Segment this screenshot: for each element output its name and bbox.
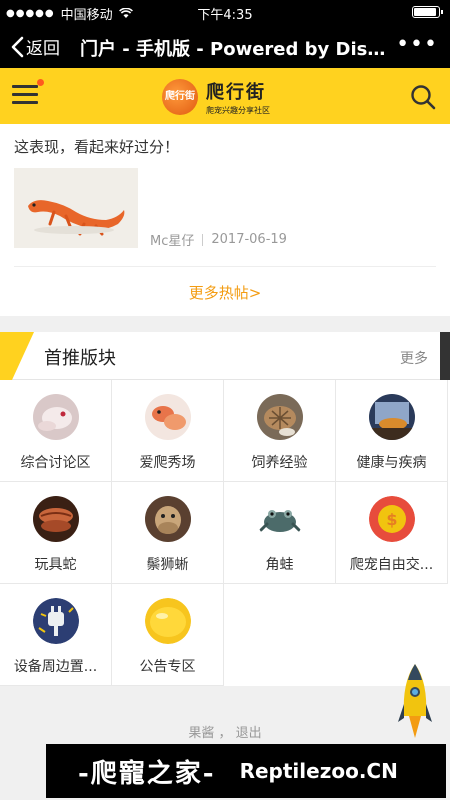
footer-separator: ， bbox=[218, 726, 232, 741]
forum-item[interactable]: 饲养经验 bbox=[224, 380, 336, 482]
forum-item[interactable]: 设备周边置... bbox=[0, 584, 112, 686]
section-more-link[interactable]: 更多 bbox=[400, 348, 428, 368]
tortoise-icon bbox=[257, 394, 303, 440]
forum-item[interactable]: $ 爬宠自由交... bbox=[336, 482, 448, 584]
watermark-cn: -爬寵之家- bbox=[78, 758, 216, 789]
notification-dot bbox=[37, 79, 44, 86]
forum-label: 健康与疾病 bbox=[356, 455, 427, 471]
logo-text: 爬行街 bbox=[206, 82, 266, 103]
battery-icon bbox=[412, 6, 443, 18]
hot-post-card: 这表现，看起来好过分！ Mc星仔 2017-06-19 更多热帖> bbox=[0, 124, 450, 316]
logo-mark-icon: 爬行街 bbox=[162, 79, 198, 115]
forum-label: 玩具蛇 bbox=[34, 557, 77, 573]
chevron-left-icon bbox=[11, 36, 24, 57]
rocket-icon bbox=[398, 664, 432, 738]
logo-subtitle: 爬宠兴趣分享社区 bbox=[206, 106, 270, 115]
meta-divider bbox=[202, 233, 204, 246]
menu-button[interactable] bbox=[12, 79, 44, 105]
forum-label: 饲养经验 bbox=[251, 455, 308, 471]
forum-label: 综合讨论区 bbox=[20, 455, 91, 471]
menu-line bbox=[12, 101, 38, 104]
watermark-banner: -爬寵之家- Reptilezoo.CN bbox=[46, 744, 446, 798]
forum-label: 爱爬秀场 bbox=[139, 455, 196, 471]
logout-link[interactable]: 退出 bbox=[236, 726, 262, 741]
coin-icon: $ bbox=[369, 496, 415, 542]
accent-bar-right bbox=[440, 332, 450, 380]
svg-text:$: $ bbox=[386, 510, 397, 529]
search-icon bbox=[411, 85, 436, 110]
forum-label: 公告专区 bbox=[139, 659, 196, 675]
post-author[interactable]: Mc星仔 bbox=[150, 230, 194, 249]
forum-item[interactable]: 综合讨论区 bbox=[0, 380, 112, 482]
lizard-enclosure-icon bbox=[369, 394, 415, 440]
watermark-en: Reptilezoo.CN bbox=[239, 759, 398, 783]
snake-coil-icon bbox=[33, 496, 79, 542]
status-bar: ●●●●● 中国移动 下午4:35 bbox=[0, 0, 450, 24]
albino-snake-icon bbox=[33, 394, 79, 440]
search-button[interactable] bbox=[410, 84, 436, 114]
menu-line bbox=[12, 85, 38, 88]
lemon-icon bbox=[145, 598, 191, 644]
lizard-photo-icon bbox=[14, 168, 138, 248]
accent-triangle bbox=[12, 332, 34, 380]
divider bbox=[14, 266, 436, 267]
more-hot-posts-link[interactable]: 更多热帖> bbox=[0, 282, 450, 303]
back-to-top-button[interactable] bbox=[398, 664, 432, 748]
forum-label: 设备周边置... bbox=[13, 659, 98, 675]
more-menu-button[interactable]: ••• bbox=[396, 32, 438, 57]
forum-item[interactable]: 鬃狮蜥 bbox=[112, 482, 224, 584]
forum-label: 爬宠自由交... bbox=[349, 557, 434, 573]
plug-icon bbox=[33, 598, 79, 644]
forum-label: 角蛙 bbox=[265, 557, 294, 573]
back-label: 返回 bbox=[26, 39, 60, 59]
post-date: 2017-06-19 bbox=[211, 232, 287, 247]
accent-bar bbox=[0, 332, 12, 380]
forum-item[interactable]: 爱爬秀场 bbox=[112, 380, 224, 482]
section-title: 首推版块 bbox=[44, 348, 116, 369]
site-logo[interactable]: 爬行街 爬行街 爬宠兴趣分享社区 bbox=[162, 78, 270, 116]
forum-item[interactable]: 健康与疾病 bbox=[336, 380, 448, 482]
menu-line bbox=[12, 93, 38, 96]
user-link[interactable]: 果酱 bbox=[188, 726, 214, 741]
forum-item[interactable]: 角蛙 bbox=[224, 482, 336, 584]
section-header: 首推版块 更多 bbox=[0, 332, 450, 380]
horned-frog-icon bbox=[257, 496, 303, 542]
clock: 下午4:35 bbox=[197, 8, 253, 23]
footer-links: 果酱 ， 退出 bbox=[0, 722, 450, 741]
back-button[interactable]: 返回 bbox=[10, 34, 60, 59]
forum-item[interactable]: 玩具蛇 bbox=[0, 482, 112, 584]
browser-nav-bar: 返回 门户 - 手机版 - Powered by Disc... ••• bbox=[0, 24, 450, 68]
featured-forums-section: 首推版块 更多 综合讨论区 爱爬秀场 饲养经验 健康与疾病 玩具蛇 鬃狮蜥 角蛙… bbox=[0, 332, 450, 686]
post-title[interactable]: 这表现，看起来好过分！ bbox=[14, 136, 179, 157]
site-header: 爬行街 爬行街 爬宠兴趣分享社区 bbox=[0, 68, 450, 124]
bearded-dragon-icon bbox=[145, 496, 191, 542]
post-thumbnail[interactable] bbox=[14, 168, 138, 248]
gecko-icon bbox=[145, 394, 191, 440]
forum-label: 鬃狮蜥 bbox=[146, 557, 189, 573]
forum-item[interactable]: 公告专区 bbox=[112, 584, 224, 686]
page-title: 门户 - 手机版 - Powered by Disc... bbox=[80, 39, 396, 60]
